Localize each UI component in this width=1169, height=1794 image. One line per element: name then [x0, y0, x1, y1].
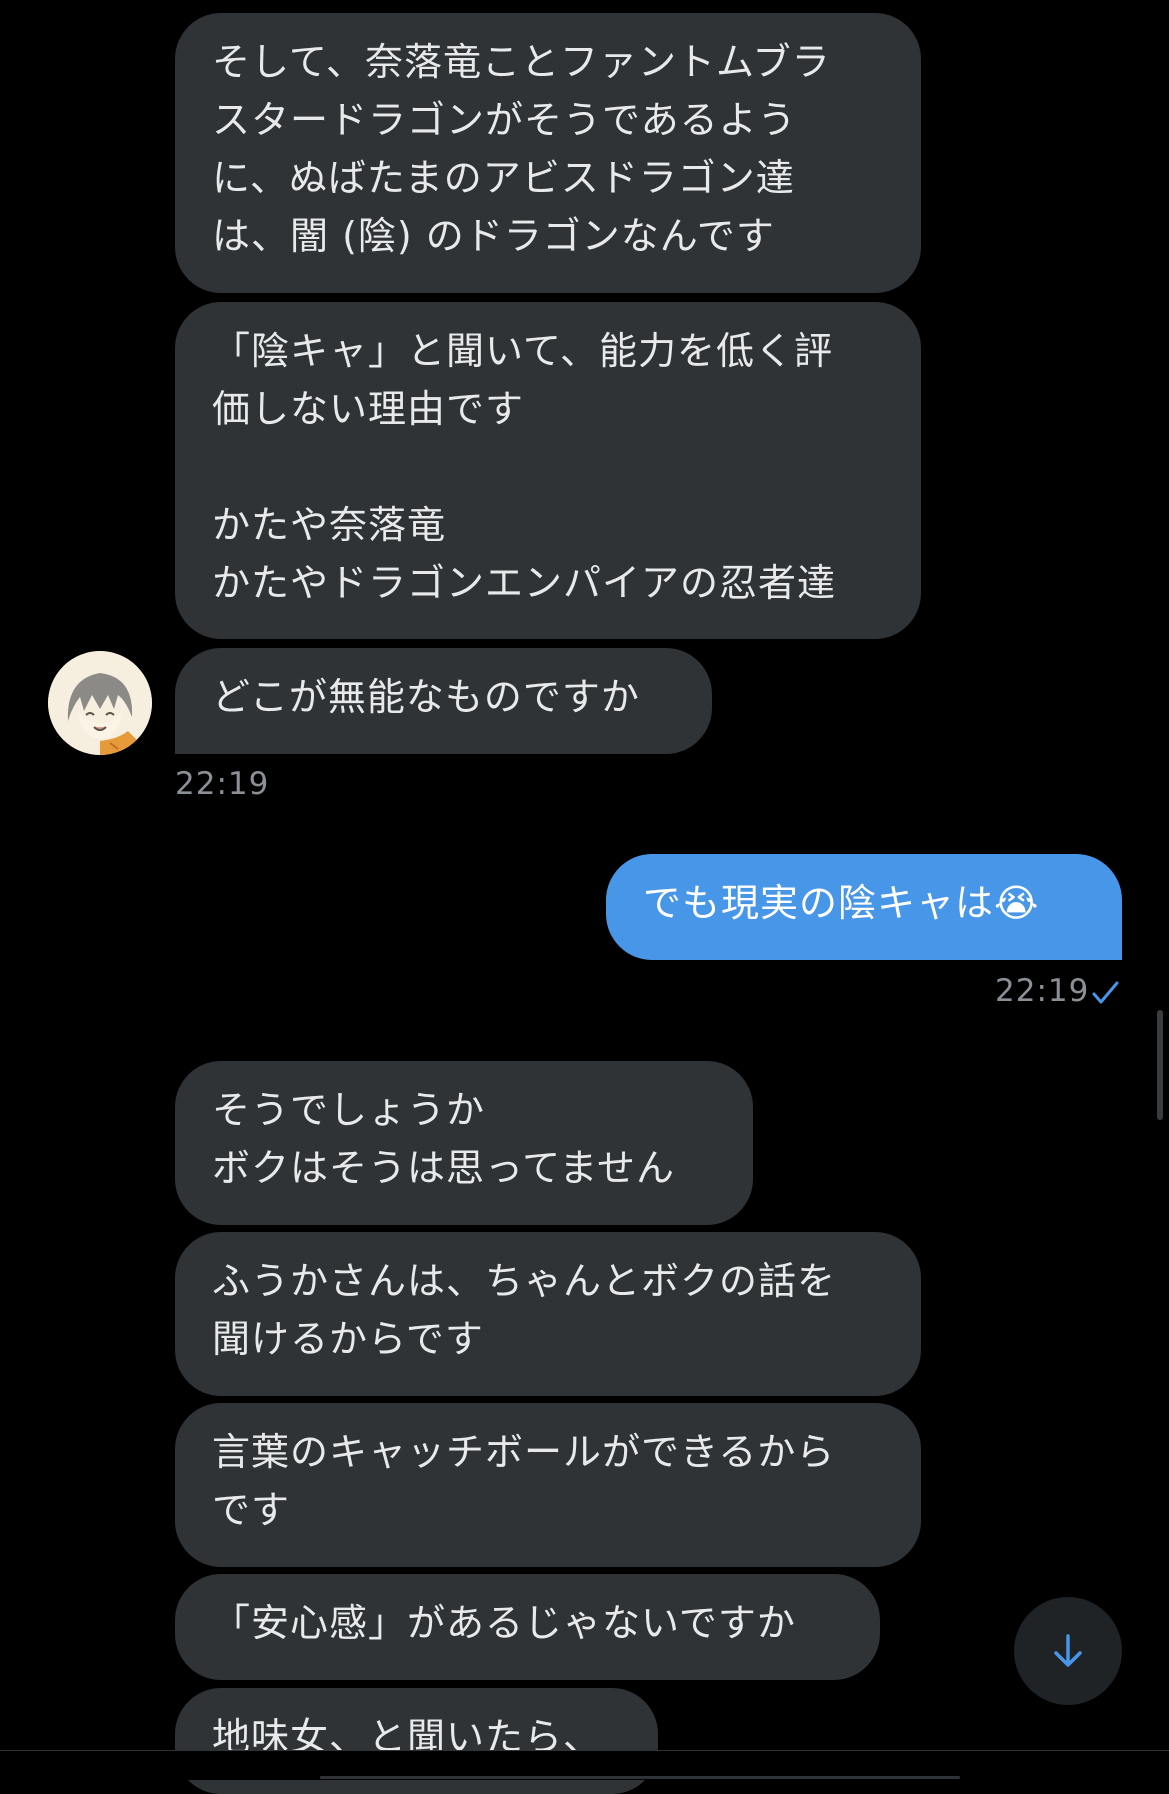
- message-incoming[interactable]: ふうかさんは、ちゃんとボクの話を 聞けるからです: [175, 1232, 921, 1396]
- message-incoming[interactable]: 「陰キャ」と聞いて、能力を低く評 価しない理由です かたや奈落竜 かたやドラゴン…: [175, 302, 921, 639]
- message-incoming[interactable]: そうでしょうか ボクはそうは思ってません: [175, 1061, 753, 1225]
- avatar-anime-character-icon: [48, 651, 152, 755]
- arrow-down-icon: [1054, 1634, 1082, 1667]
- avatar[interactable]: [48, 651, 152, 755]
- message-incoming[interactable]: そして、奈落竜ことファントムブラ スタードラゴンがそうであるよう に、ぬばたまの…: [175, 13, 921, 293]
- message-timestamp: 22:19: [175, 766, 270, 802]
- message-incoming[interactable]: 「安心感」があるじゃないですか: [175, 1574, 880, 1680]
- message-incoming[interactable]: どこが無能なものですか: [175, 648, 712, 754]
- message-incoming[interactable]: 言葉のキャッチボールができるから です: [175, 1403, 921, 1567]
- scroll-to-bottom-button[interactable]: [1014, 1597, 1122, 1705]
- message-timestamp: 22:19: [995, 973, 1090, 1009]
- check-icon: [1092, 981, 1119, 1004]
- conversation-thread: そして、奈落竜ことファントムブラ スタードラゴンがそうであるよう に、ぬばたまの…: [0, 0, 1169, 1794]
- scrollbar[interactable]: [1157, 1010, 1163, 1120]
- message-outgoing[interactable]: でも現実の陰キャは😭: [606, 854, 1122, 960]
